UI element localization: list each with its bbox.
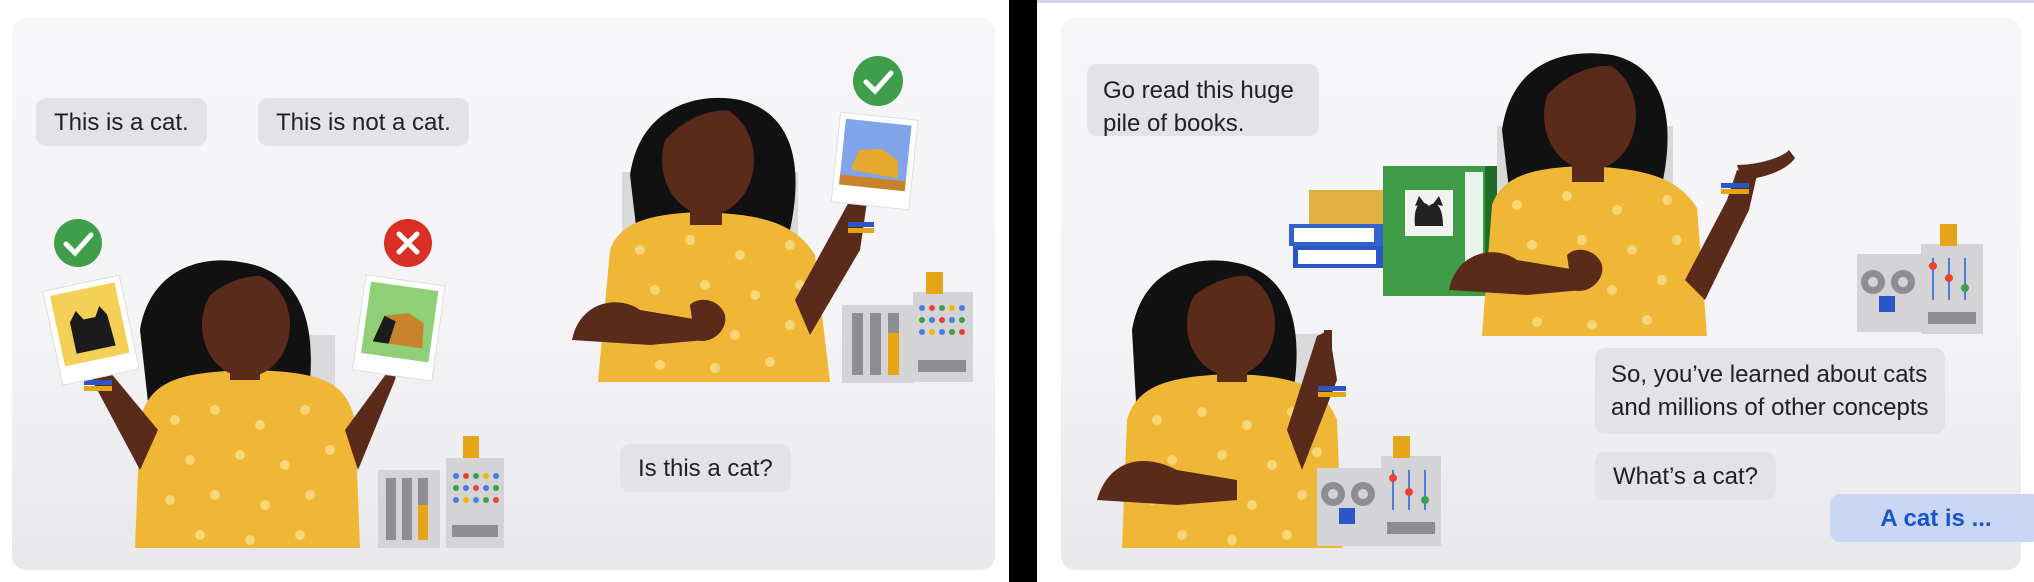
person-asking-illustration	[572, 56, 973, 383]
check-icon	[853, 56, 903, 106]
left-panel: This is a cat. This is not a cat. Is thi…	[0, 0, 1009, 582]
right-panel: Go read this huge pile of books. So, you…	[1037, 0, 2034, 582]
person-presenting-illustration	[1449, 53, 1983, 336]
